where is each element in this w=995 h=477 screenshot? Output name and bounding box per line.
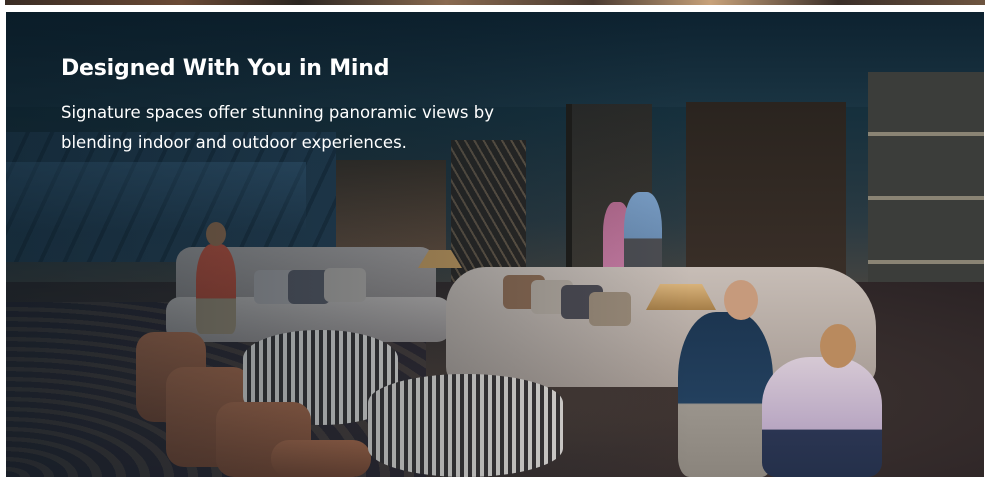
hero-title: Designed With You in Mind xyxy=(61,56,390,81)
text-scrim xyxy=(6,12,984,477)
previous-image-strip xyxy=(5,0,985,5)
hero-description: Signature spaces offer stunning panorami… xyxy=(61,103,495,152)
hero-section: Designed With You in Mind Signature spac… xyxy=(6,12,984,477)
